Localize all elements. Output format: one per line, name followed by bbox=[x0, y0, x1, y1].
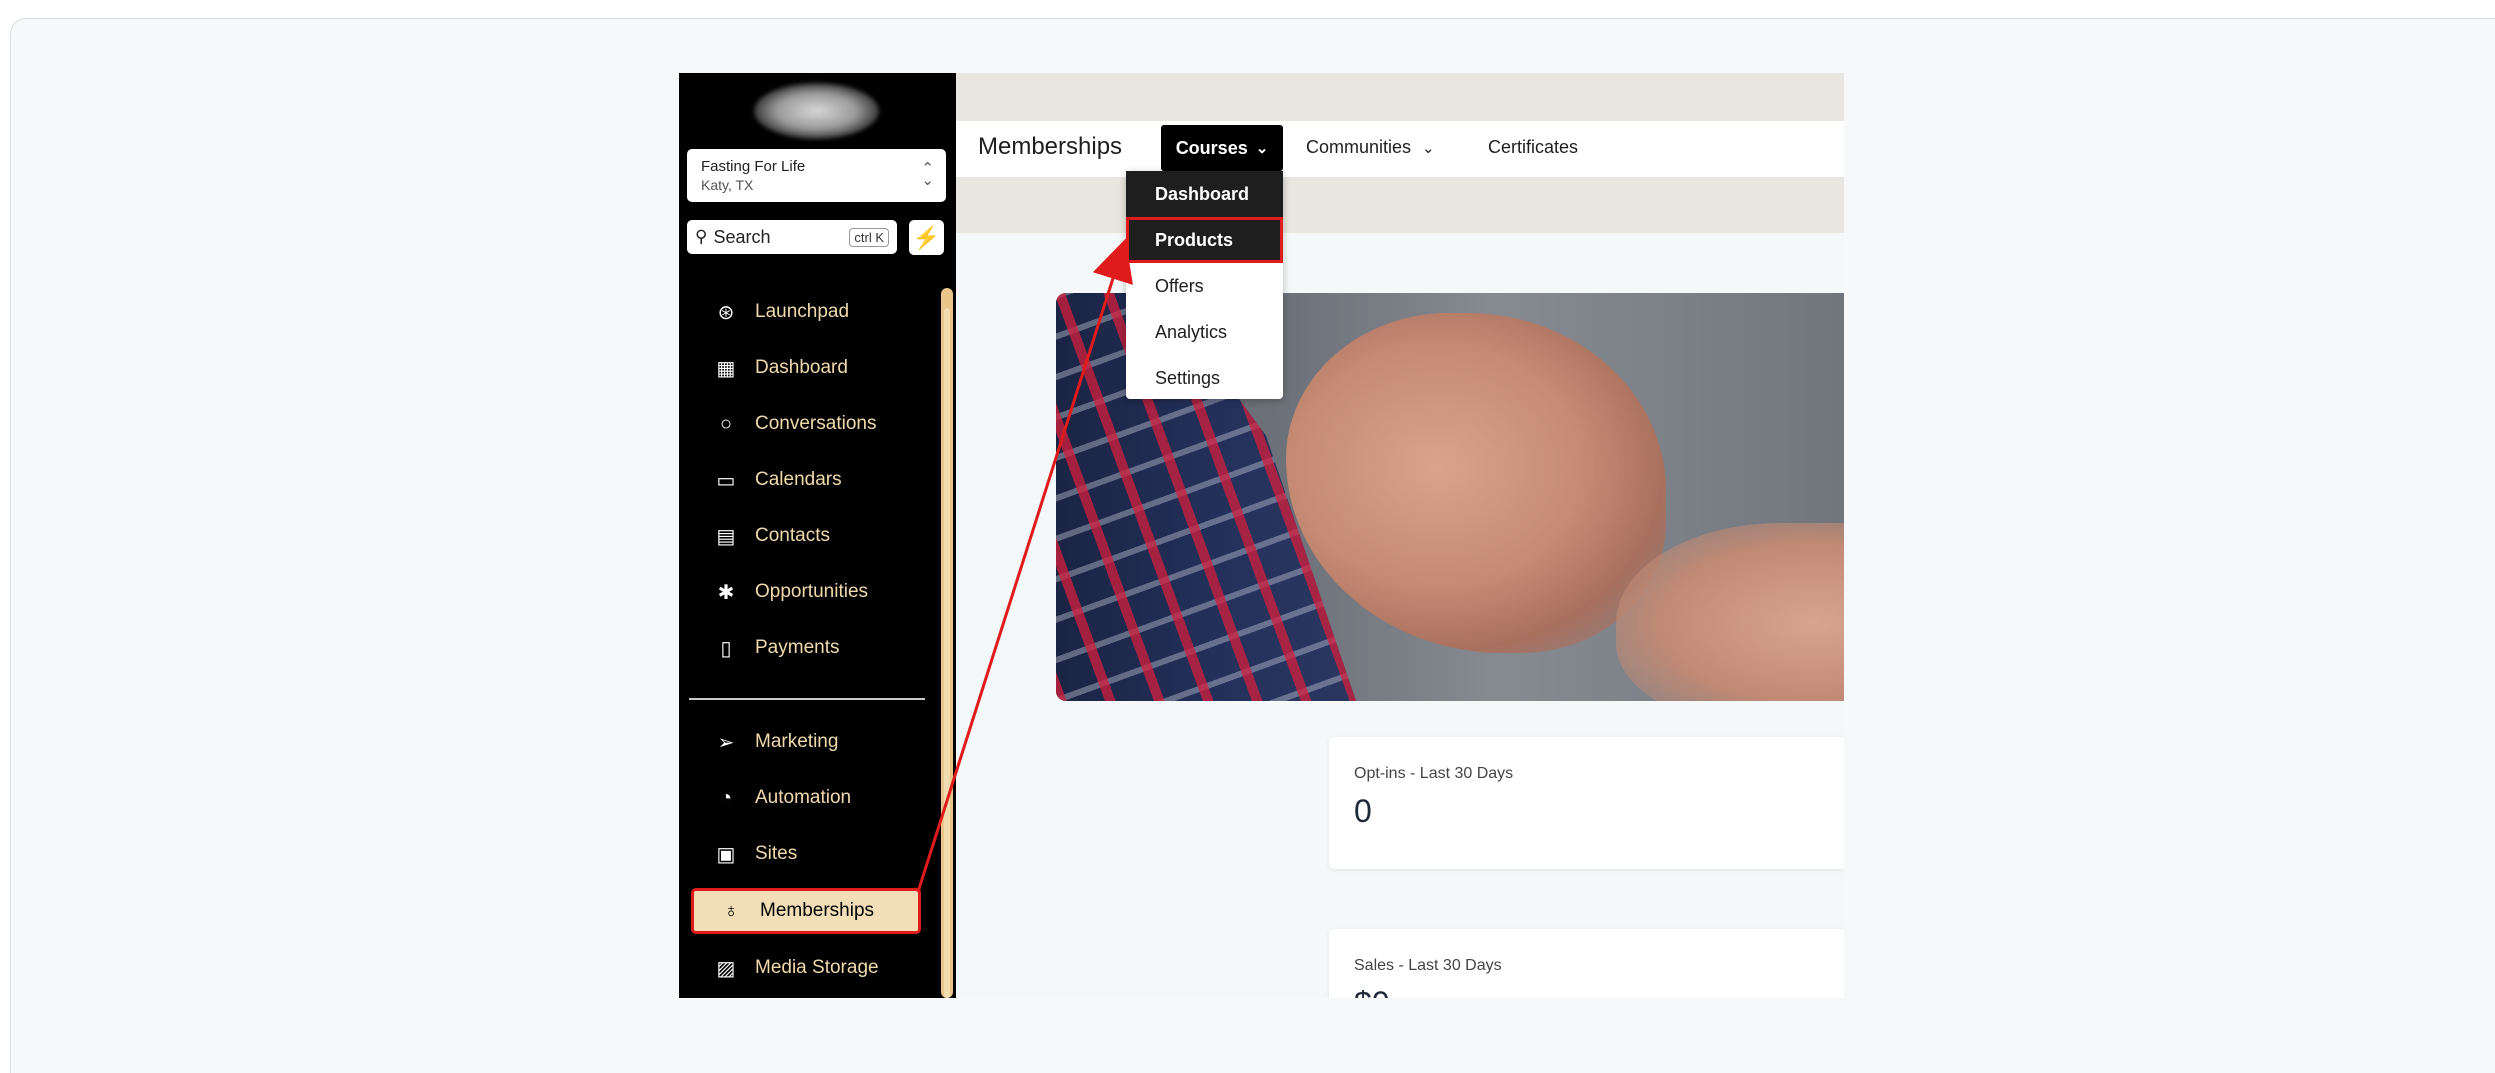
stat-label: Sales - Last 30 Days bbox=[1354, 957, 1502, 974]
sidebar-item-marketing[interactable]: ➢ Marketing bbox=[689, 719, 939, 765]
badge-icon: ♁ bbox=[723, 899, 739, 922]
sidebar-divider bbox=[689, 698, 925, 700]
sidebar-item-label: Calendars bbox=[755, 469, 842, 490]
top-band bbox=[956, 73, 1844, 121]
chat-icon: ○ bbox=[719, 412, 733, 435]
sidebar-item-label: Memberships bbox=[760, 900, 875, 921]
stat-value: $0 bbox=[1354, 985, 1844, 998]
search-shortcut: ctrl K bbox=[849, 227, 889, 247]
sidebar-item-launchpad[interactable]: ⊛ Launchpad bbox=[689, 289, 939, 335]
sub-band bbox=[956, 177, 1844, 233]
main-content: Memberships Courses ⌄ Communities ⌄ Cert… bbox=[956, 73, 1844, 998]
send-icon: ➢ bbox=[717, 731, 735, 754]
sidebar-item-label: Marketing bbox=[755, 731, 839, 752]
location-name: Fasting For Life bbox=[701, 158, 806, 175]
courses-dropdown-menu: Dashboard Products Offers Analytics Sett… bbox=[1126, 171, 1283, 399]
payments-icon: ▯ bbox=[720, 637, 732, 660]
calendar-icon: ▭ bbox=[716, 469, 736, 492]
tab-label: Certificates bbox=[1488, 137, 1579, 157]
lightning-icon[interactable]: ⚡ bbox=[909, 220, 944, 255]
sidebar-item-label: Conversations bbox=[755, 413, 877, 434]
contacts-icon: ▤ bbox=[716, 525, 736, 548]
brand-logo bbox=[754, 83, 879, 139]
menu-item-analytics[interactable]: Analytics bbox=[1126, 309, 1283, 355]
sidebar-item-opportunities[interactable]: ✱ Opportunities bbox=[689, 569, 939, 615]
sidebar-item-contacts[interactable]: ▤ Contacts bbox=[689, 513, 939, 559]
sidebar-item-media-storage[interactable]: ▨ Media Storage bbox=[689, 945, 939, 991]
sidebar-item-conversations[interactable]: ○ Conversations bbox=[689, 401, 939, 447]
sidebar-item-calendars[interactable]: ▭ Calendars bbox=[689, 457, 939, 503]
sidebar-item-automation[interactable]: ◔ Automation bbox=[689, 775, 939, 821]
sidebar-item-label: Launchpad bbox=[755, 301, 850, 322]
search-label: Search bbox=[713, 226, 771, 247]
sidebar-item-label: Contacts bbox=[755, 525, 830, 546]
stat-label: Opt-ins - Last 30 Days bbox=[1354, 765, 1514, 782]
sidebar-item-label: Sites bbox=[755, 843, 798, 864]
sidebar-item-label: Payments bbox=[755, 637, 840, 658]
sidebar-item-payments[interactable]: ▯ Payments bbox=[689, 625, 939, 671]
chevron-down-icon: ⌄ bbox=[1255, 140, 1269, 157]
search-input[interactable]: ⚲ Search ctrl K bbox=[687, 220, 897, 254]
stat-card-sales: Sales - Last 30 Days $0 bbox=[1329, 929, 1844, 998]
sidebar: Fasting For Life Katy, TX ⌃ ⌄ ⚲ Search ct… bbox=[679, 73, 956, 998]
sidebar-item-label: Opportunities bbox=[755, 581, 869, 602]
location-city: Katy, TX bbox=[701, 177, 754, 193]
tab-communities[interactable]: Communities ⌄ bbox=[1306, 137, 1435, 158]
menu-item-products[interactable]: Products bbox=[1126, 217, 1283, 263]
tab-label: Communities bbox=[1306, 137, 1412, 157]
sidebar-scrollbar[interactable] bbox=[941, 288, 953, 998]
sites-icon: ▣ bbox=[716, 843, 736, 866]
sidebar-item-sites[interactable]: ▣ Sites bbox=[689, 831, 939, 877]
page-title: Memberships bbox=[978, 133, 1123, 160]
app-screenshot: Fasting For Life Katy, TX ⌃ ⌄ ⚲ Search ct… bbox=[679, 73, 1844, 998]
sidebar-item-dashboard[interactable]: ▦ Dashboard bbox=[689, 345, 939, 391]
sidebar-item-label: Dashboard bbox=[755, 357, 848, 378]
tab-certificates[interactable]: Certificates bbox=[1488, 137, 1578, 158]
grid-icon: ▦ bbox=[716, 357, 736, 380]
menu-item-offers[interactable]: Offers bbox=[1126, 263, 1283, 309]
location-switcher[interactable]: Fasting For Life Katy, TX ⌃ ⌄ bbox=[687, 149, 946, 202]
stat-card-optins: Opt-ins - Last 30 Days 0 bbox=[1329, 737, 1844, 869]
opportunities-icon: ✱ bbox=[717, 581, 735, 604]
sidebar-item-label: Media Storage bbox=[755, 957, 879, 978]
tab-courses[interactable]: Courses ⌄ bbox=[1161, 125, 1283, 171]
automation-icon: ◔ bbox=[719, 786, 733, 809]
sidebar-item-memberships[interactable]: ♁ Memberships bbox=[691, 888, 921, 934]
menu-item-settings[interactable]: Settings bbox=[1126, 355, 1283, 401]
sidebar-item-label: Automation bbox=[755, 787, 852, 808]
image-icon: ▨ bbox=[716, 957, 736, 980]
rocket-icon: ⊛ bbox=[717, 301, 735, 324]
stat-value: 0 bbox=[1354, 793, 1372, 829]
chevron-updown-icon: ⌃ ⌄ bbox=[921, 160, 934, 189]
search-icon: ⚲ bbox=[695, 227, 708, 246]
chevron-down-icon: ⌄ bbox=[1422, 140, 1435, 157]
menu-item-dashboard[interactable]: Dashboard bbox=[1126, 171, 1283, 217]
tab-label: Courses bbox=[1175, 137, 1248, 158]
